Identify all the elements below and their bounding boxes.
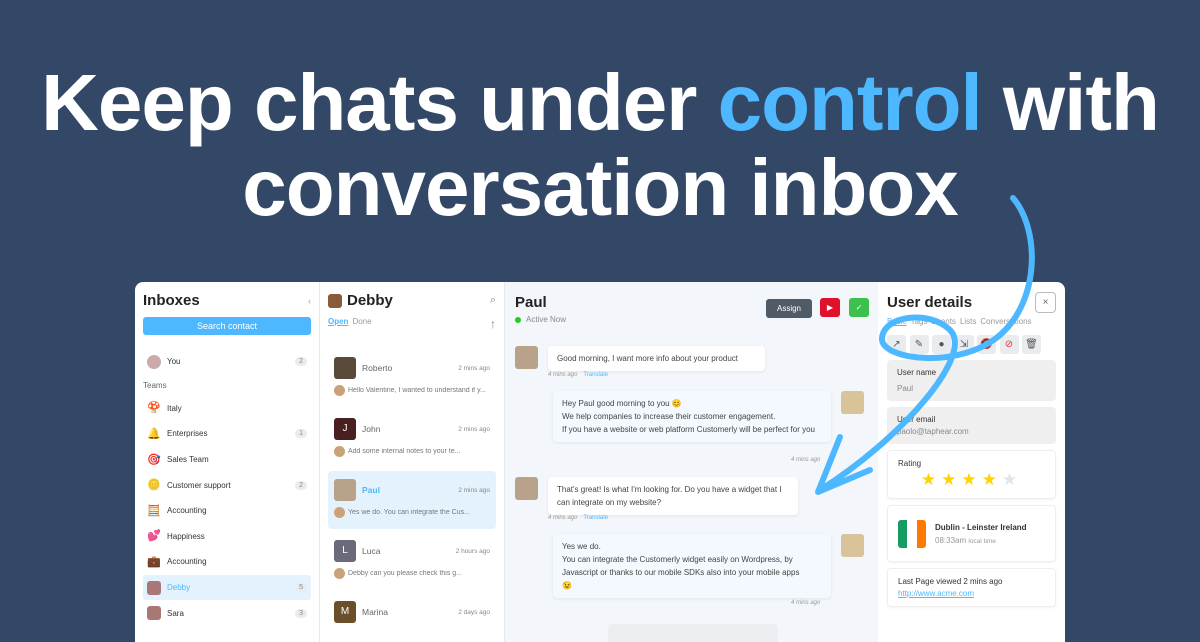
hand-drawn-arrow <box>815 195 1035 495</box>
